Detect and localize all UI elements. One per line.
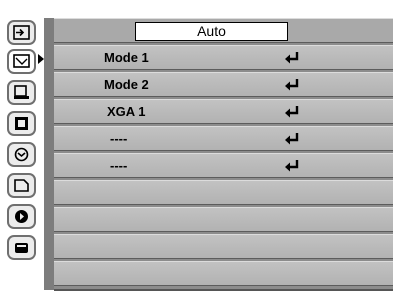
enter-icon	[285, 160, 299, 172]
menu-left-bar	[44, 18, 54, 290]
menu-blank-row	[54, 207, 393, 232]
image-adjust-icon[interactable]	[7, 111, 36, 136]
menu-title: Auto	[135, 22, 288, 41]
menu-blank-row	[54, 234, 393, 259]
computer-adjust-icon[interactable]	[7, 49, 36, 74]
enter-icon	[285, 133, 299, 145]
menu-bottom-border	[54, 289, 393, 291]
expand-icon[interactable]	[7, 235, 36, 260]
enter-icon	[285, 79, 299, 91]
projector-menu: Auto Mode 1 Mode 2 XGA 1 ---- ----	[0, 0, 393, 292]
menu-item-label: Mode 1	[104, 50, 149, 65]
menu-item-label: ----	[110, 131, 128, 146]
menu-item-empty-1[interactable]: ----	[54, 126, 393, 151]
enter-icon	[285, 52, 299, 64]
menu-item-label: Mode 2	[104, 77, 149, 92]
menu-item-mode-1[interactable]: Mode 1	[54, 45, 393, 70]
menu-item-mode-2[interactable]: Mode 2	[54, 72, 393, 97]
menu-header-row: Auto	[54, 18, 393, 43]
input-icon[interactable]	[7, 20, 36, 45]
menu-panel: Auto Mode 1 Mode 2 XGA 1 ---- ----	[54, 18, 393, 290]
enter-icon	[285, 106, 299, 118]
menu-blank-row	[54, 180, 393, 205]
menu-item-label: XGA 1	[107, 104, 146, 119]
image-select-icon[interactable]	[7, 80, 36, 105]
screen-icon[interactable]	[7, 142, 36, 167]
setting-icon[interactable]	[7, 204, 36, 229]
menu-item-empty-2[interactable]: ----	[54, 153, 393, 178]
menu-item-label: ----	[110, 158, 128, 173]
menu-blank-row	[54, 261, 393, 286]
menu-item-xga-1[interactable]: XGA 1	[54, 99, 393, 124]
language-icon[interactable]	[7, 173, 36, 198]
